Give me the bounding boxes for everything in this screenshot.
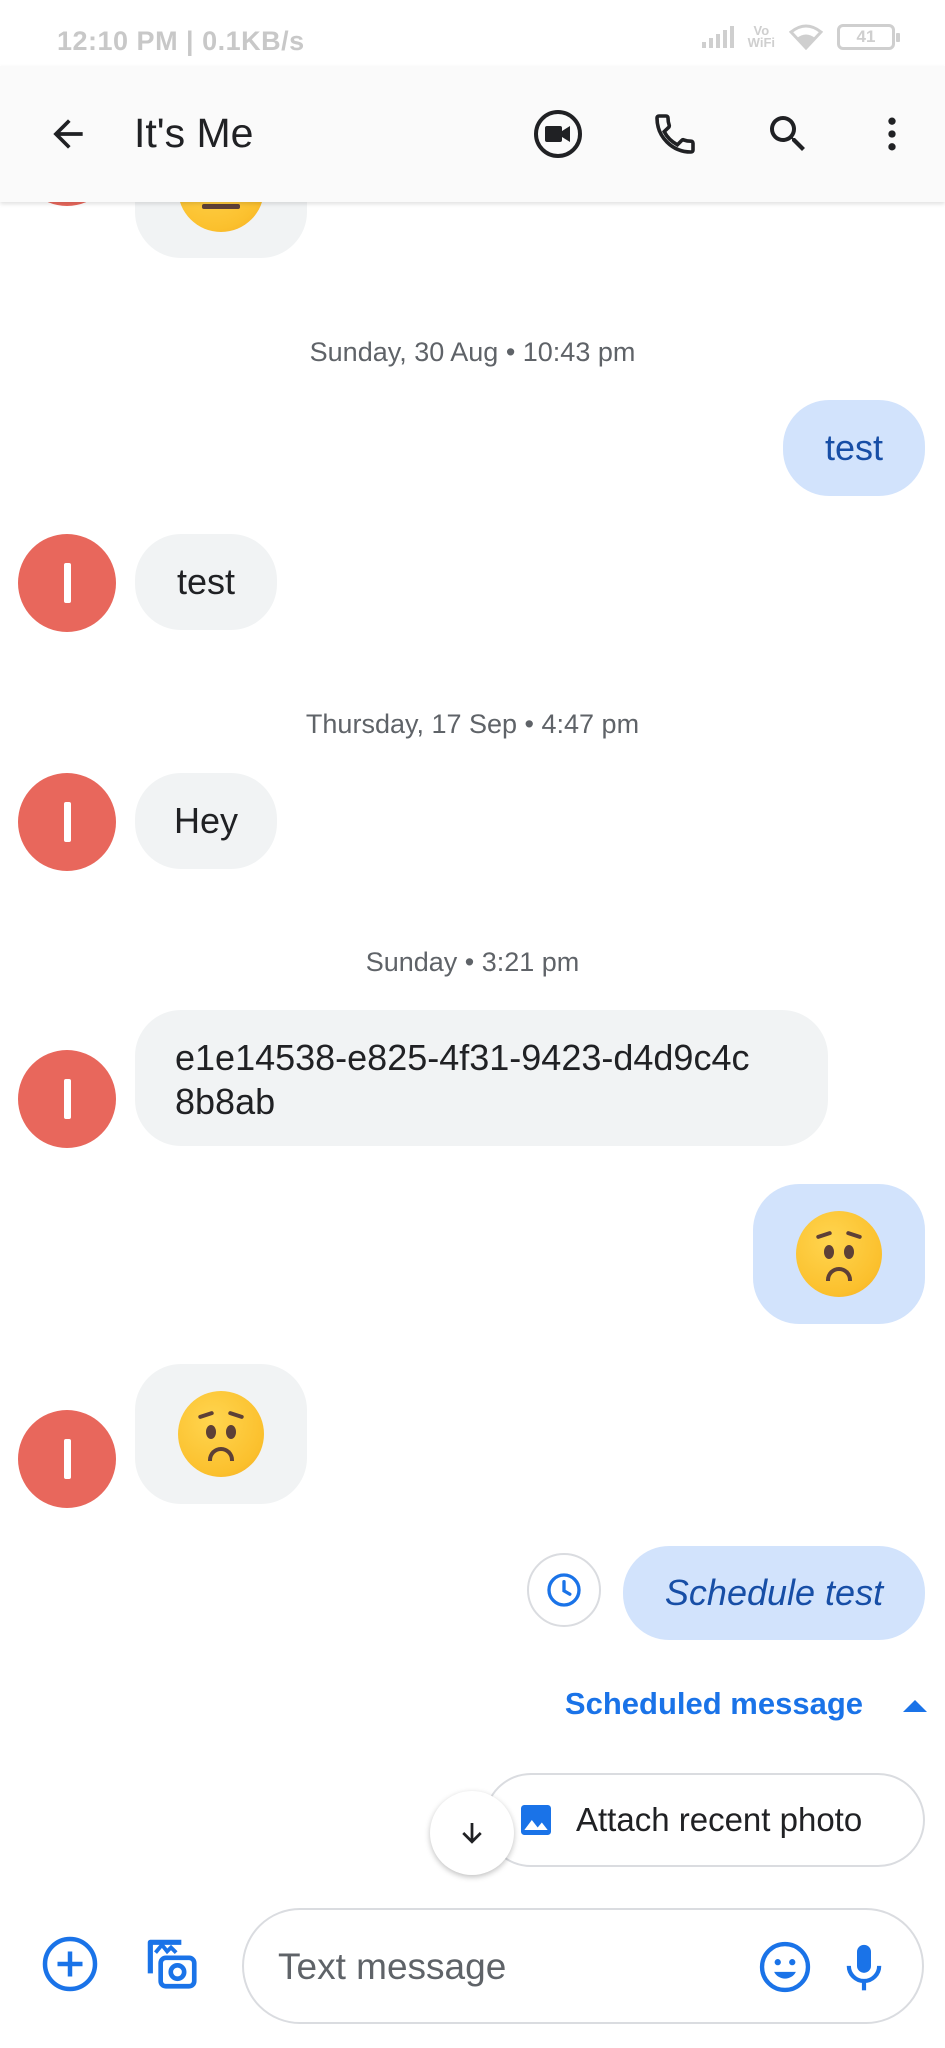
photo-camera-icon [147,1939,197,1989]
vowifi-icon: Vo WiFi [747,23,775,50]
incoming-message[interactable]: test [135,534,277,630]
emoji-button[interactable] [756,1938,814,2001]
outgoing-message[interactable]: test [783,400,925,496]
incoming-message[interactable]: e1e14538-e825-4f31-9423-d4d9c4c 8b8ab [135,1010,828,1146]
worried-face-emoji-icon [178,1391,264,1477]
conversation-title: It's Me [134,110,254,156]
message-input[interactable]: Text message [242,1908,924,2024]
battery-icon: 41 [837,24,900,50]
date-separator: Sunday • 3:21 pm [365,947,580,977]
date-separator: Sunday, 30 Aug • 10:43 pm [309,337,636,367]
add-attachment-button[interactable] [38,1932,102,1996]
microphone-icon [846,1944,882,1991]
wifi-icon [789,24,823,50]
composer: Text message [0,1880,945,2048]
search-icon[interactable] [758,104,818,164]
status-time: 12:10 PM | 0.1KB/s [57,26,305,56]
incoming-emoji-message[interactable] [135,1364,307,1504]
voice-input-button[interactable] [836,1938,892,2001]
attach-recent-photo-chip[interactable]: Attach recent photo [484,1773,925,1867]
video-call-icon[interactable] [528,104,588,164]
outgoing-emoji-message[interactable] [753,1184,925,1324]
scroll-to-bottom-button[interactable] [430,1791,514,1875]
gallery-button[interactable] [138,1930,204,1996]
back-arrow-icon[interactable] [38,104,98,164]
schedule-clock-button[interactable] [527,1553,601,1627]
app-bar: It's Me [0,66,945,202]
worried-face-emoji-icon [796,1211,882,1297]
incoming-message[interactable]: Hey [135,773,277,869]
collapse-caret-icon[interactable] [903,1700,927,1712]
more-vert-icon[interactable] [862,104,922,164]
contact-avatar[interactable] [18,1410,116,1508]
signal-icon [701,26,734,48]
clock-icon [547,1573,581,1607]
contact-avatar[interactable] [18,773,116,871]
emoji-icon [759,1941,811,1993]
contact-avatar[interactable] [18,534,116,632]
contact-avatar[interactable] [18,1050,116,1148]
status-icons: Vo WiFi 41 [701,23,900,50]
scheduled-outgoing-message[interactable]: Schedule test [623,1546,925,1640]
arrow-down-icon [462,1823,482,1844]
image-icon [521,1805,551,1835]
date-separator: Thursday, 17 Sep • 4:47 pm [305,709,640,739]
status-bar: 12:10 PM | 0.1KB/s Vo WiFi 41 [0,0,945,66]
add-circle-icon [42,1936,98,1992]
scheduled-message-label[interactable]: Scheduled message [565,1686,863,1722]
phone-icon[interactable] [645,104,705,164]
message-input-placeholder: Text message [278,1946,507,1987]
